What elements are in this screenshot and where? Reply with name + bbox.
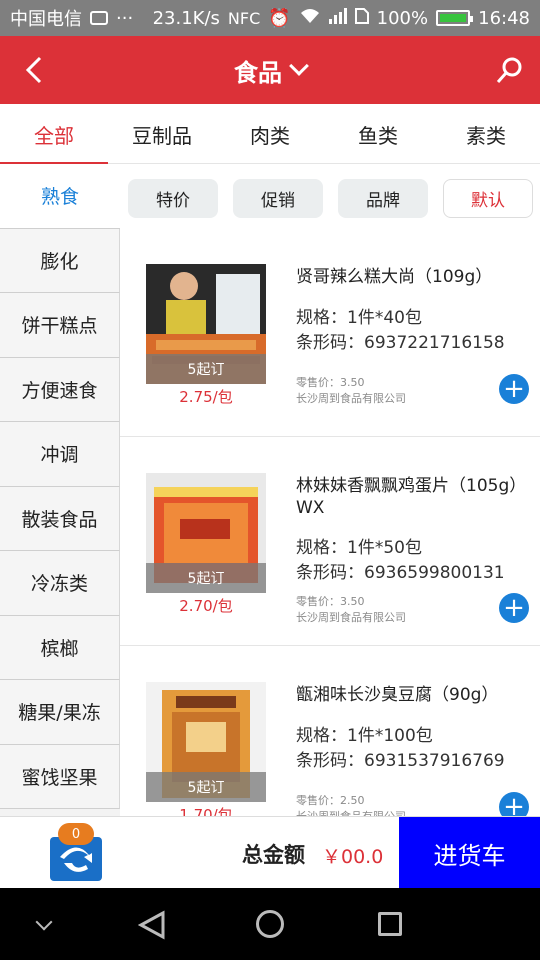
product-name: 贤哥辣么糕大尚（109g） xyxy=(296,267,493,287)
back-arrow-icon[interactable] xyxy=(18,54,50,86)
battery-percent: 100% xyxy=(376,7,429,29)
total-label: 总金额 xyxy=(242,843,305,867)
filter-special-price[interactable]: 特价 xyxy=(128,179,218,218)
tab-vegetarian[interactable]: 素类 xyxy=(432,104,540,164)
filter-bar: 特价 促销 品牌 默认 xyxy=(120,164,540,228)
product-name: 甑湘味长沙臭豆腐（90g） xyxy=(296,685,499,705)
filter-brand[interactable]: 品牌 xyxy=(338,179,428,218)
product-price: 2.75/包 xyxy=(179,388,233,406)
purchase-cart-button[interactable]: 进货车 xyxy=(399,817,540,889)
category-tabs: 全部 豆制品 肉类 鱼类 素类 xyxy=(0,104,540,165)
sidebar-item-dried-fruit-nuts[interactable]: 蜜饯坚果 xyxy=(0,744,120,809)
sidebar-item-puffed[interactable]: 膨化 xyxy=(0,228,120,293)
tab-meat[interactable]: 肉类 xyxy=(216,104,324,164)
product-image[interactable]: 5起订 xyxy=(146,682,266,802)
more-dots: ··· xyxy=(116,7,134,29)
product-item[interactable]: 5起订 1.70/包 甑湘味长沙臭豆腐（90g） 规格：1件*100包 条形码：… xyxy=(120,646,540,816)
product-barcode: 条形码：6931537916769 xyxy=(296,751,505,771)
sidebar-item-biscuits[interactable]: 饼干糕点 xyxy=(0,293,120,358)
chevron-down-icon[interactable] xyxy=(35,913,53,931)
search-icon[interactable] xyxy=(492,52,528,88)
product-spec: 规格：1件*100包 xyxy=(296,726,433,746)
plus-icon: + xyxy=(503,593,525,623)
cart-count-badge: 0 xyxy=(58,823,94,845)
plus-icon: + xyxy=(503,374,525,404)
tab-all[interactable]: 全部 xyxy=(0,104,108,165)
system-nav-bar xyxy=(0,888,540,960)
page-title: 食品 xyxy=(234,58,282,87)
product-price: 2.70/包 xyxy=(179,597,233,615)
min-order-label: 5起订 xyxy=(146,772,266,802)
retail-price: 零售价：2.50 xyxy=(296,794,365,807)
retail-price: 零售价：3.50 xyxy=(296,595,365,608)
plus-icon: + xyxy=(503,792,525,816)
tab-fish[interactable]: 鱼类 xyxy=(324,104,432,164)
total-amount: ￥00.0 xyxy=(322,846,384,868)
supplier-name: 长沙周到食品有限公司 xyxy=(296,808,406,816)
sidebar-item-betel-nut[interactable]: 槟榔 xyxy=(0,615,120,680)
product-price: 1.70/包 xyxy=(179,806,233,816)
sidebar-item-drinks[interactable]: 冲调 xyxy=(0,422,120,487)
retail-price: 零售价：3.50 xyxy=(296,376,365,389)
supplier-name: 长沙周到食品有限公司 xyxy=(296,611,406,624)
filter-default[interactable]: 默认 xyxy=(443,179,533,218)
sim-icon xyxy=(354,7,369,29)
sidebar: 熟食 膨化 饼干糕点 方便速食 冲调 散装食品 冷冻类 槟榔 糖果/果冻 蜜饯坚… xyxy=(0,164,120,816)
bottom-bar: 0 总金额 ￥00.0 进货车 xyxy=(0,816,540,889)
chevron-down-icon xyxy=(289,56,309,76)
supplier-name: 长沙周到食品有限公司 xyxy=(296,392,406,405)
product-image[interactable]: 5起订 xyxy=(146,264,266,384)
product-list: 5起订 2.75/包 贤哥辣么糕大尚（109g） 规格：1件*40包 条形码：6… xyxy=(120,228,540,816)
product-barcode: 条形码：6936599800131 xyxy=(296,563,505,583)
sidebar-item-bulk-food[interactable]: 散装食品 xyxy=(0,486,120,551)
nav-recent-apps-icon[interactable] xyxy=(378,912,402,936)
app-header: 食品 xyxy=(0,36,540,104)
clock: 16:48 xyxy=(478,7,530,29)
product-barcode: 条形码：6937221716158 xyxy=(296,333,505,353)
product-spec: 规格：1件*40包 xyxy=(296,308,422,328)
battery-icon xyxy=(436,10,474,26)
filter-promotion[interactable]: 促销 xyxy=(233,179,323,218)
wifi-icon xyxy=(299,8,321,29)
product-image[interactable]: 5起订 xyxy=(146,473,266,593)
product-spec: 规格：1件*50包 xyxy=(296,538,422,558)
alarm-icon: ⏰ xyxy=(268,7,291,29)
product-name: 林妹妹香飘飘鸡蛋片（105g）WX xyxy=(296,476,527,518)
add-to-cart-button[interactable]: + xyxy=(499,593,529,623)
notification-icon xyxy=(90,11,108,25)
min-order-label: 5起订 xyxy=(146,354,266,384)
sidebar-item-cooked-food[interactable]: 熟食 xyxy=(0,164,120,229)
nfc-icon: NFC xyxy=(227,8,261,28)
signal-icon xyxy=(328,7,347,29)
min-order-label: 5起订 xyxy=(146,563,266,593)
nav-home-icon[interactable] xyxy=(256,910,284,938)
add-to-cart-button[interactable]: + xyxy=(499,374,529,404)
add-to-cart-button[interactable]: + xyxy=(499,792,529,816)
network-speed: 23.1K/s xyxy=(152,7,220,29)
category-dropdown[interactable]: 食品 xyxy=(234,53,309,88)
sidebar-item-instant-food[interactable]: 方便速食 xyxy=(0,357,120,422)
tab-soy-products[interactable]: 豆制品 xyxy=(108,104,216,164)
status-bar: 中国电信 ··· 23.1K/s NFC ⏰ 100% 16:48 xyxy=(0,0,540,36)
product-item[interactable]: 5起订 2.75/包 贤哥辣么糕大尚（109g） 规格：1件*40包 条形码：6… xyxy=(120,228,540,437)
sidebar-item-frozen[interactable]: 冷冻类 xyxy=(0,551,120,616)
nav-back-icon[interactable] xyxy=(137,910,166,944)
product-item[interactable]: 5起订 2.70/包 林妹妹香飘飘鸡蛋片（105g）WX 规格：1件*50包 条… xyxy=(120,437,540,646)
battery-fill xyxy=(440,14,467,22)
carrier-label: 中国电信 xyxy=(10,9,82,30)
sidebar-item-candy-jelly[interactable]: 糖果/果冻 xyxy=(0,680,120,745)
